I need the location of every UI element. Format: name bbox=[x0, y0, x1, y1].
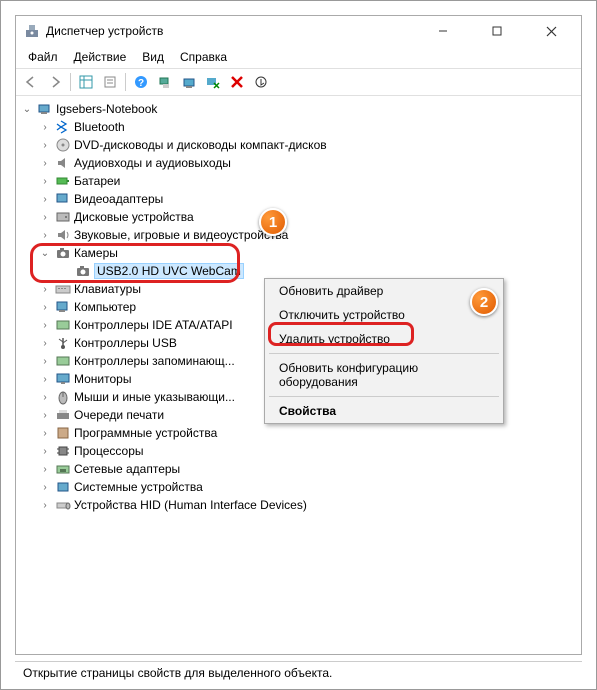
close-button[interactable] bbox=[533, 19, 569, 43]
app-icon bbox=[24, 23, 40, 39]
tree-cameras[interactable]: ⌄Камеры bbox=[18, 244, 579, 262]
window-title: Диспетчер устройств bbox=[46, 24, 425, 38]
tree-net[interactable]: ›Сетевые адаптеры bbox=[18, 460, 579, 478]
menu-help[interactable]: Справка bbox=[180, 50, 227, 64]
tree-dvd[interactable]: ›DVD-дисководы и дисководы компакт-диско… bbox=[18, 136, 579, 154]
titlebar: Диспетчер устройств bbox=[16, 16, 581, 46]
ctx-uninstall-device[interactable]: Удалить устройство bbox=[265, 327, 503, 351]
minimize-button[interactable] bbox=[425, 19, 461, 43]
properties-icon[interactable] bbox=[99, 71, 121, 93]
uninstall-device-icon[interactable] bbox=[226, 71, 248, 93]
nav-back-button[interactable] bbox=[20, 71, 42, 93]
add-legacy-icon[interactable] bbox=[250, 71, 272, 93]
help-icon[interactable]: ? bbox=[130, 71, 152, 93]
toolbar: ? bbox=[16, 68, 581, 96]
tree-audio[interactable]: ›Аудиовходы и аудиовыходы bbox=[18, 154, 579, 172]
device-manager-window: Диспетчер устройств Файл Действие Вид Сп… bbox=[15, 15, 582, 655]
context-menu: Обновить драйвер Отключить устройство Уд… bbox=[264, 278, 504, 424]
update-driver-icon[interactable] bbox=[178, 71, 200, 93]
tree-system[interactable]: ›Системные устройства bbox=[18, 478, 579, 496]
tree-bluetooth[interactable]: ›Bluetooth bbox=[18, 118, 579, 136]
tree-battery[interactable]: ›Батареи bbox=[18, 172, 579, 190]
svg-text:?: ? bbox=[138, 78, 144, 89]
menubar: Файл Действие Вид Справка bbox=[16, 46, 581, 68]
show-hidden-icon[interactable] bbox=[75, 71, 97, 93]
ctx-properties[interactable]: Свойства bbox=[265, 399, 503, 423]
menu-action[interactable]: Действие bbox=[74, 50, 127, 64]
tree-disk[interactable]: ›Дисковые устройства bbox=[18, 208, 579, 226]
tree-hid[interactable]: ›Устройства HID (Human Interface Devices… bbox=[18, 496, 579, 514]
maximize-button[interactable] bbox=[479, 19, 515, 43]
menu-view[interactable]: Вид bbox=[142, 50, 164, 64]
ctx-update-driver[interactable]: Обновить драйвер bbox=[265, 279, 503, 303]
nav-forward-button[interactable] bbox=[44, 71, 66, 93]
status-text: Открытие страницы свойств для выделенног… bbox=[23, 666, 332, 680]
tree-root[interactable]: ⌄ Igsebers-Notebook bbox=[18, 100, 579, 118]
status-bar: Открытие страницы свойств для выделенног… bbox=[15, 661, 582, 684]
device-tree[interactable]: ⌄ Igsebers-Notebook ›Bluetooth ›DVD-диск… bbox=[16, 96, 581, 654]
tree-cpu[interactable]: ›Процессоры bbox=[18, 442, 579, 460]
ctx-disable-device[interactable]: Отключить устройство bbox=[265, 303, 503, 327]
disable-device-icon[interactable] bbox=[202, 71, 224, 93]
tree-video[interactable]: ›Видеоадаптеры bbox=[18, 190, 579, 208]
ctx-scan-hardware[interactable]: Обновить конфигурацию оборудования bbox=[265, 356, 503, 394]
scan-hardware-icon[interactable] bbox=[154, 71, 176, 93]
tree-software-dev[interactable]: ›Программные устройства bbox=[18, 424, 579, 442]
tree-sound-game[interactable]: ›Звуковые, игровые и видеоустройства bbox=[18, 226, 579, 244]
menu-file[interactable]: Файл bbox=[28, 50, 58, 64]
